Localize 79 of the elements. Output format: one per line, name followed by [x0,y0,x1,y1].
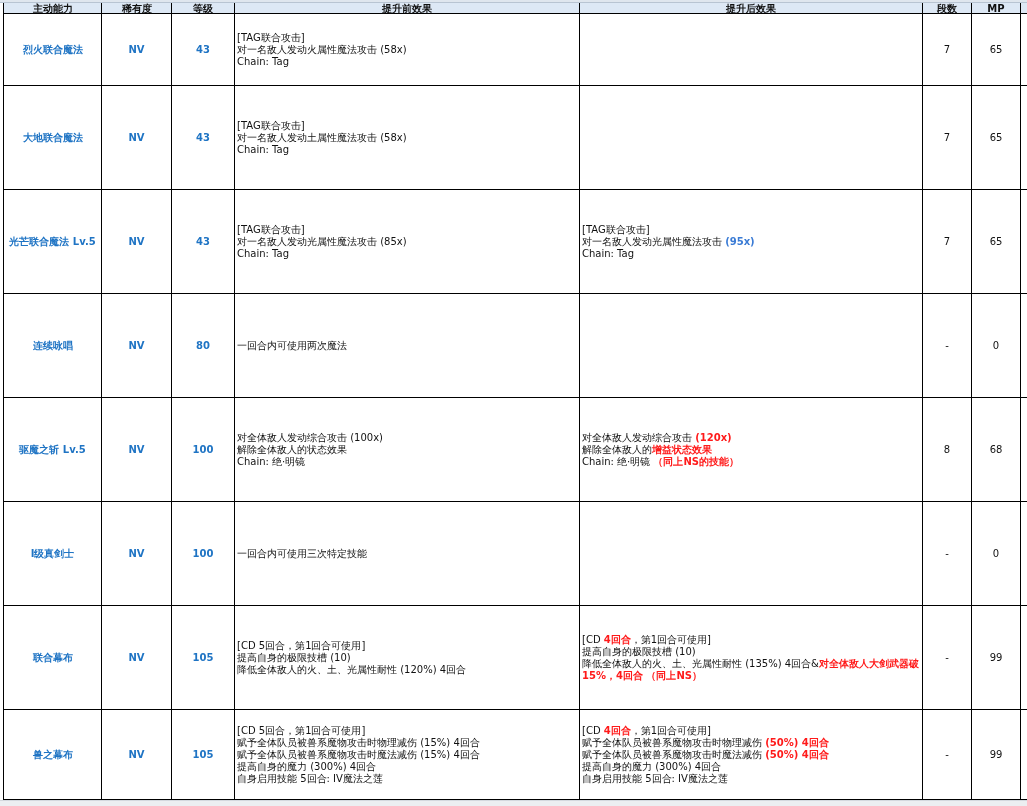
table-cell: 驱魔之斩 Lv.5 [4,398,102,502]
effect-line: [TAG联合攻击] [237,223,306,236]
table-cell: 65 [972,190,1021,294]
table-cell: 烈火联合魔法 [4,14,102,86]
table-cell: 43 [172,14,235,86]
column-header: 段数 [923,3,972,14]
table-cell: 8 [923,398,972,502]
effect-line: Chain: Tag [582,247,636,260]
column-header: 主动能力 [4,3,102,14]
table-cell: 43 [172,190,235,294]
effect-line: 提高自身的魔力 (300%) 4回合 [582,760,722,773]
column-header: 提升前效果 [235,3,580,14]
effect-line: 一回合内可使用三次特定技能 [237,547,367,560]
table-cell: 大地联合魔法 [4,86,102,190]
table-cell: 连续咏唱 [4,294,102,398]
table-cell: 100 [172,398,235,502]
effect-line: 提高自身的极限技槽 (10) [237,651,352,664]
effect-line: Chain: 绝·明镜 [237,455,307,468]
effect-line: Chain: 绝·明镜 （同上NS的技能） [582,455,740,468]
table-cell: - [923,294,972,398]
table-cell: NV [102,398,172,502]
table-cell: - [923,606,972,710]
effect-line: 对一名敌人发动土属性魔法攻击 (58x) [237,131,407,144]
table-cell: 光芒联合魔法 Lv.5 [4,190,102,294]
table-cell: 68 [972,398,1021,502]
effect-line: 对一名敌人发动光属性魔法攻击 (85x) [237,235,407,248]
table-cell: I级真剑士 [4,502,102,606]
effect-line: 提高自身的魔力 (300%) 4回合 [237,760,377,773]
table-cell: 65 [972,14,1021,86]
table-cell: 65 [972,86,1021,190]
table-cell: - [923,502,972,606]
table-cell: 99 [972,606,1021,710]
column-header: MP [972,3,1021,14]
effect-line: [TAG联合攻击] [237,31,306,44]
effect-line: 赋予全体队员被兽系魔物攻击时魔法减伤 (50%) 4回合 [582,748,829,760]
table-cell: NV [102,14,172,86]
table-cell: 0 [972,502,1021,606]
table-cell: 100 [172,502,235,606]
table-cell: 80 [172,294,235,398]
effect-line: [CD 4回合，第1回合可使用] [582,633,712,646]
effect-line: 一回合内可使用两次魔法 [237,339,347,352]
column-header [1021,3,1027,14]
effect-line: [TAG联合攻击] [582,223,651,236]
effect-line: [CD 5回合，第1回合可使用] [237,724,367,737]
effect-line: 赋予全体队员被兽系魔物攻击时物理减伤 (15%) 4回合 [237,736,480,749]
effect-line: 自身启用技能 5回合: IV魔法之莲 [582,772,729,785]
table-cell: 105 [172,606,235,710]
effect-line: 自身启用技能 5回合: IV魔法之莲 [237,772,384,785]
effect-line: Chain: Tag [237,143,291,156]
table-cell: 7 [923,14,972,86]
effect-line: 解除全体敌人的状态效果 [237,443,348,456]
table-cell: NV [102,190,172,294]
effect-line: 降低全体敌人的火、土、光属性耐性 (135%) 4回合&对全体敌人大剑武器破15%，4回合 （同上NS） [582,657,920,682]
effect-line: 解除全体敌人的增益状态效果 [582,443,713,456]
table-cell: NV [102,86,172,190]
effect-line: 对全体敌人发动综合攻击 (120x) [582,431,733,444]
table-cell: 0 [972,294,1021,398]
table-cell: NV [102,502,172,606]
table-cell: 7 [923,86,972,190]
effect-line: 赋予全体队员被兽系魔物攻击时魔法减伤 (15%) 4回合 [237,748,480,760]
effect-line: [CD 5回合，第1回合可使用] [237,639,367,652]
effect-line: Chain: Tag [237,55,291,68]
effect-line: 对一名敌人发动光属性魔法攻击 (95x) [582,235,755,248]
effect-line: 赋予全体队员被兽系魔物攻击时物理减伤 (50%) 4回合 [582,736,829,749]
effect-line: 对一名敌人发动火属性魔法攻击 (58x) [237,43,407,56]
effect-line: 对全体敌人发动综合攻击 (100x) [237,431,383,444]
effect-line: [CD 4回合，第1回合可使用] [582,724,712,737]
table-cell: NV [102,294,172,398]
effect-line: 降低全体敌人的火、土、光属性耐性 (120%) 4回合 [237,663,467,676]
effect-line: 提高自身的极限技槽 (10) [582,645,697,658]
table-cell: 联合幕布 [4,606,102,710]
table-cell: NV [102,606,172,710]
column-header: 提升后效果 [580,3,923,14]
column-header: 等级 [172,3,235,14]
column-header: 稀有度 [102,3,172,14]
effect-line: Chain: Tag [237,247,291,260]
table-cell: 43 [172,86,235,190]
effect-line: [TAG联合攻击] [237,119,306,132]
table-cell: 7 [923,190,972,294]
